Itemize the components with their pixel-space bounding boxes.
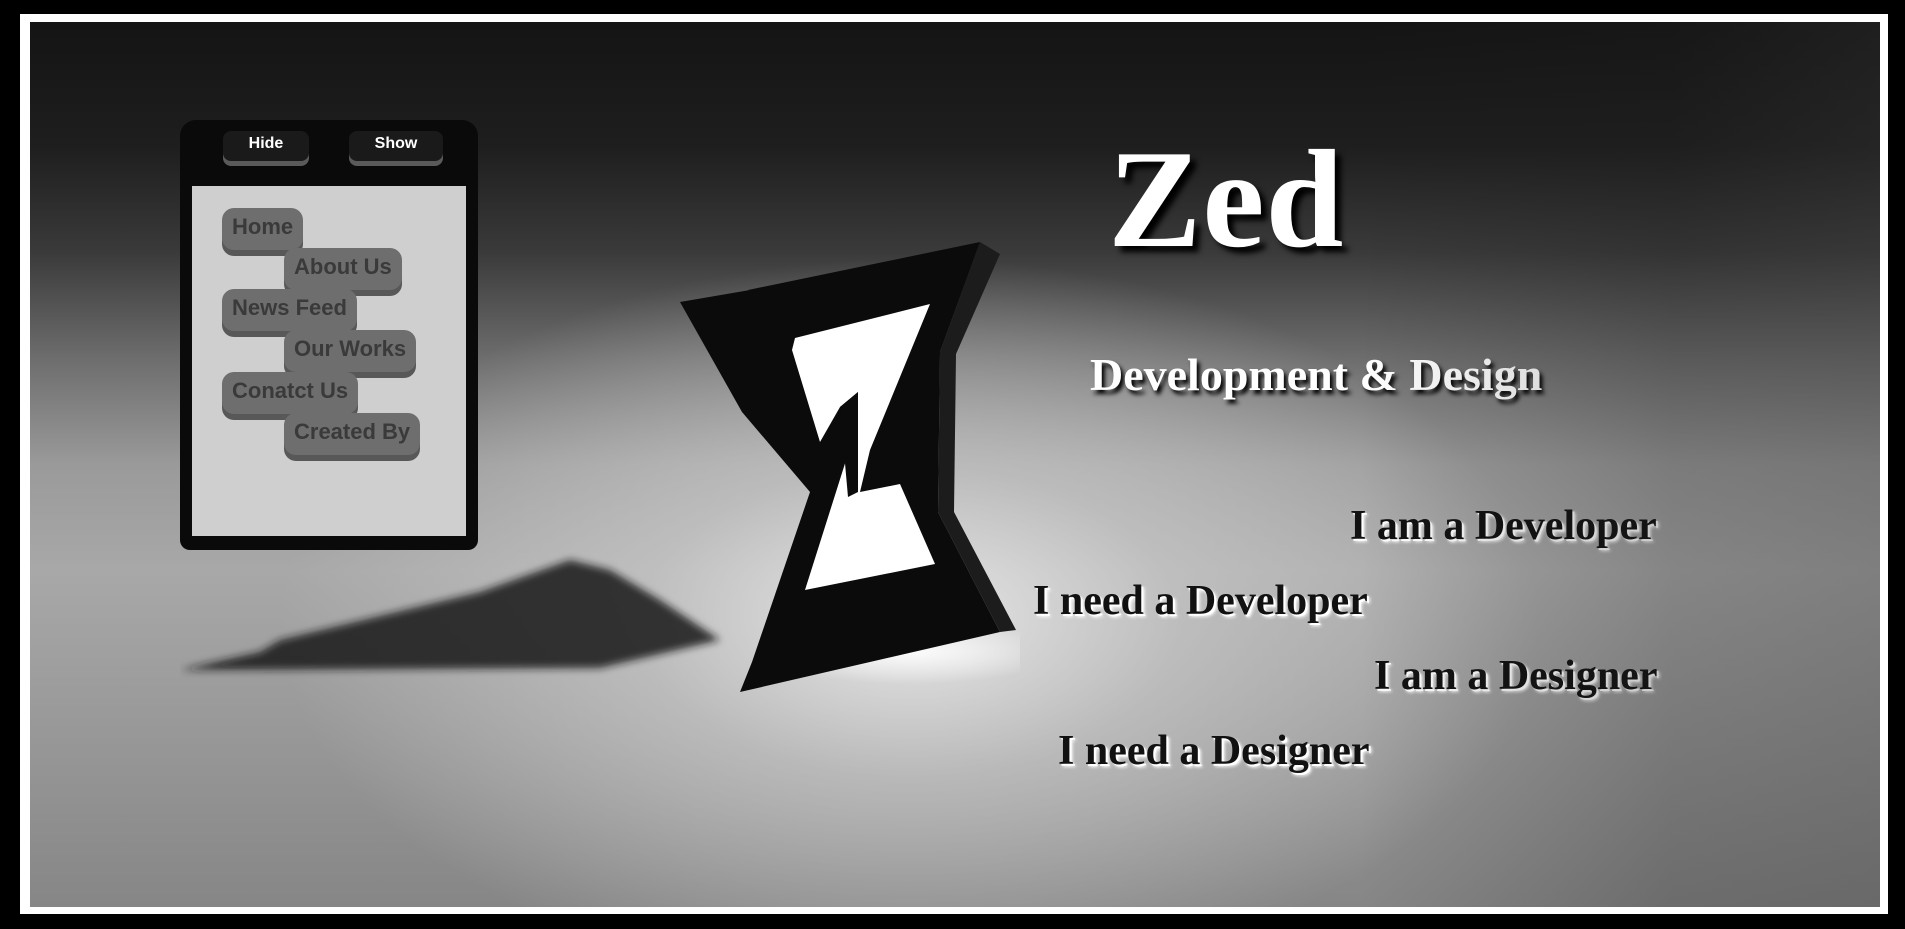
nav-menu: Home About Us News Feed Our Works Conatc… — [192, 186, 466, 536]
show-button[interactable]: Show — [349, 131, 443, 161]
menu-item-contact-us[interactable]: Conatct Us — [222, 372, 359, 414]
hero-stage: Hide Show Home About Us News Feed Our Wo… — [30, 22, 1880, 907]
menu-item-home[interactable]: Home — [222, 208, 304, 250]
menu-item-about-us[interactable]: About Us — [284, 248, 402, 290]
side-panel: Hide Show Home About Us News Feed Our Wo… — [180, 120, 478, 550]
menu-item-our-works[interactable]: Our Works — [284, 330, 417, 372]
role-link-need-designer[interactable]: I need a Designer — [1058, 727, 1369, 775]
hide-button[interactable]: Hide — [223, 131, 309, 161]
brand-title: Zed — [1108, 122, 1345, 277]
menu-item-created-by[interactable]: Created By — [284, 413, 421, 455]
role-link-need-developer[interactable]: I need a Developer — [1033, 577, 1368, 625]
logo-shadow — [180, 560, 720, 670]
role-link-am-developer[interactable]: I am a Developer — [1350, 502, 1657, 550]
menu-item-news-feed[interactable]: News Feed — [222, 289, 357, 331]
brand-subtitle: Development & Design — [1090, 349, 1543, 400]
z-logo-icon — [680, 242, 1020, 692]
role-link-am-designer[interactable]: I am a Designer — [1374, 652, 1657, 700]
